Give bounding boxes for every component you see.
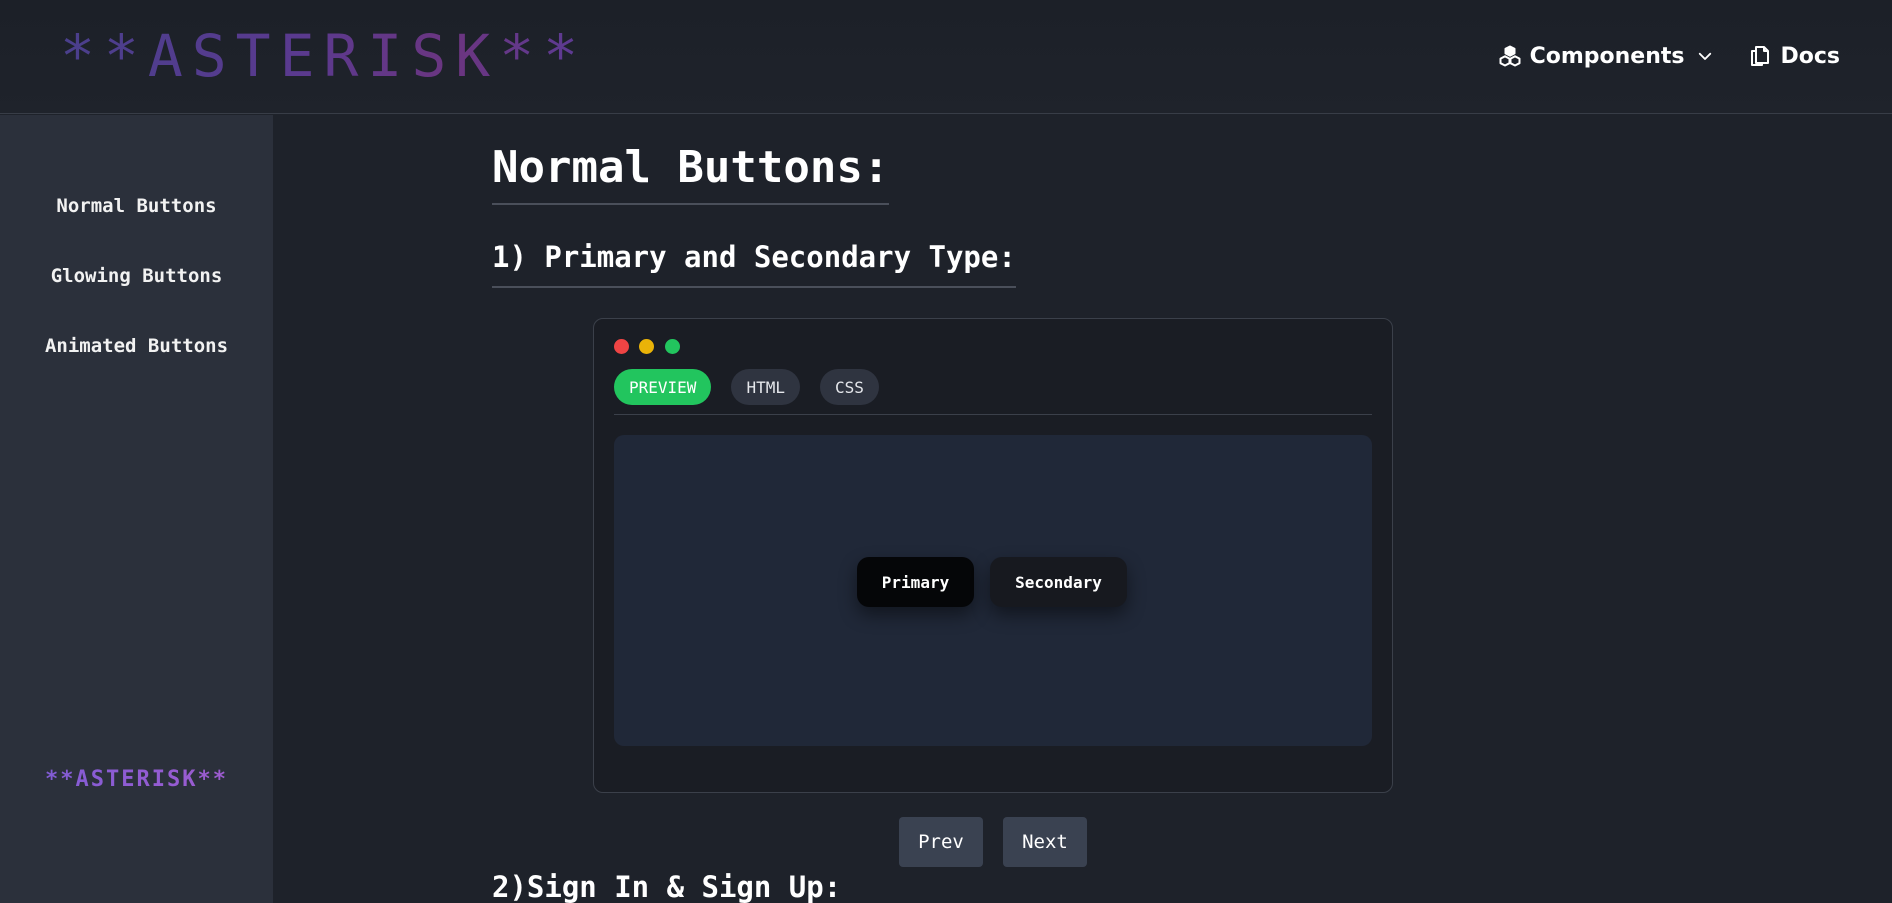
site-logo[interactable]: **ASTERISK**: [60, 20, 587, 92]
chevron-down-icon: [1696, 47, 1714, 65]
window-close-dot: [614, 339, 629, 354]
code-preview-window: PREVIEW HTML CSS Primary Secondary: [593, 318, 1393, 793]
section-title-sign-in-sign-up: 2)Sign In & Sign Up:: [492, 870, 842, 903]
top-nav: Components Docs: [1498, 38, 1840, 74]
code-tabs: PREVIEW HTML CSS: [614, 369, 879, 405]
window-minimize-dot: [639, 339, 654, 354]
window-maximize-dot: [665, 339, 680, 354]
nav-components[interactable]: Components: [1498, 44, 1715, 69]
section-title-primary-secondary: 1) Primary and Secondary Type:: [492, 240, 1016, 288]
top-header: **ASTERISK** Components Docs: [0, 0, 1892, 114]
tab-preview[interactable]: PREVIEW: [614, 369, 712, 405]
tab-css[interactable]: CSS: [819, 369, 879, 405]
primary-button[interactable]: Primary: [857, 557, 974, 607]
preview-area: Primary Secondary: [614, 435, 1372, 746]
prev-button[interactable]: Prev: [899, 817, 983, 867]
sidebar-item-normal-buttons[interactable]: Normal Buttons: [0, 195, 273, 217]
tab-html[interactable]: HTML: [731, 369, 800, 405]
sidebar-item-animated-buttons[interactable]: Animated Buttons: [0, 335, 273, 357]
secondary-button[interactable]: Secondary: [990, 557, 1127, 607]
sidebar-brand: **ASTERISK**: [0, 767, 273, 792]
documents-icon: [1748, 44, 1772, 68]
tabs-divider: [614, 414, 1372, 415]
nav-docs[interactable]: Docs: [1748, 44, 1840, 69]
page-title: Normal Buttons:: [492, 142, 890, 205]
sidebar-item-glowing-buttons[interactable]: Glowing Buttons: [0, 265, 273, 287]
nav-docs-label: Docs: [1780, 43, 1840, 69]
sidebar: Normal Buttons Glowing Buttons Animated …: [0, 115, 273, 903]
cubes-icon: [1498, 44, 1522, 68]
next-button[interactable]: Next: [1003, 817, 1087, 867]
nav-components-label: Components: [1529, 43, 1685, 69]
